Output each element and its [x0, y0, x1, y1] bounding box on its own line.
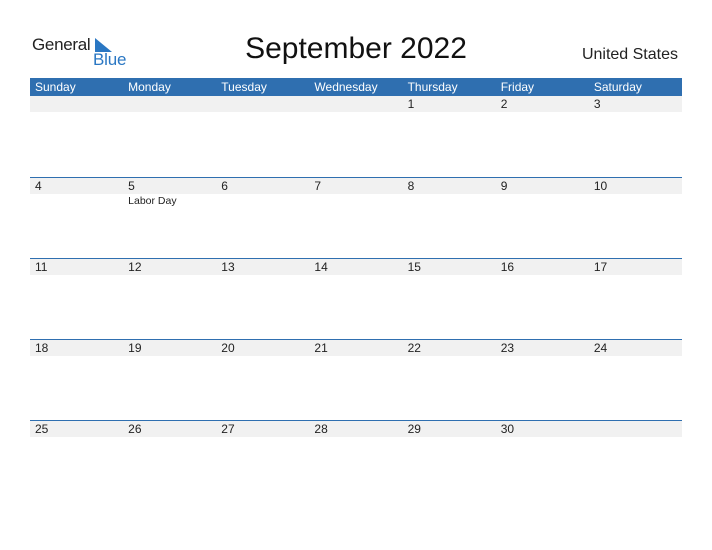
- day-cell: 5: [128, 179, 135, 193]
- event-cell: [216, 112, 309, 113]
- day-cell: 22: [407, 341, 421, 355]
- weekday-header: Sunday Monday Tuesday Wednesday Thursday…: [30, 78, 682, 96]
- event-cell: [30, 194, 123, 207]
- week-row: 25 26 27 28 29 30: [30, 420, 682, 501]
- day-number-row: 25 26 27 28 29 30: [30, 421, 682, 437]
- day-cell: [30, 96, 123, 112]
- day-cell: [589, 421, 682, 437]
- day-number-row: 1 2 3: [30, 96, 682, 112]
- day-cell: 1: [407, 97, 415, 111]
- weekday-saturday: Saturday: [593, 80, 642, 94]
- day-cell: 8: [407, 179, 415, 193]
- event-row: Labor Day: [30, 194, 682, 207]
- day-cell: 28: [314, 422, 328, 436]
- day-cell: 20: [221, 341, 235, 355]
- day-cell: 21: [314, 341, 328, 355]
- day-cell: 10: [593, 179, 608, 193]
- event-cell: [589, 112, 682, 113]
- weekday-wednesday: Wednesday: [314, 80, 378, 94]
- day-cell: 15: [407, 260, 421, 274]
- day-cell: 13: [221, 260, 235, 274]
- weekday-sunday: Sunday: [35, 80, 76, 94]
- day-cell: 27: [221, 422, 235, 436]
- calendar: Sunday Monday Tuesday Wednesday Thursday…: [30, 78, 682, 501]
- event-cell: [309, 194, 402, 207]
- day-cell: 19: [128, 341, 142, 355]
- day-cell: 11: [35, 260, 48, 274]
- day-cell: 7: [314, 179, 322, 193]
- day-cell: 26: [128, 422, 142, 436]
- week-row: 1 2 3: [30, 96, 682, 177]
- day-cell: 2: [500, 97, 508, 111]
- event-cell: [403, 112, 496, 113]
- event-cell: [496, 194, 589, 207]
- day-cell: 18: [35, 341, 49, 355]
- day-cell: 29: [407, 422, 421, 436]
- day-cell: 30: [500, 422, 515, 436]
- country-label: United States: [581, 46, 678, 63]
- weekday-tuesday: Tuesday: [221, 80, 267, 94]
- day-cell: 14: [314, 260, 328, 274]
- day-cell: 6: [221, 179, 228, 193]
- day-cell: [216, 96, 309, 112]
- event-cell: [589, 194, 682, 207]
- day-cell: [123, 96, 216, 112]
- day-cell: [309, 96, 402, 112]
- day-cell: 16: [500, 260, 515, 274]
- event-cell: [309, 112, 402, 113]
- day-number-row: 11 12 13 14 15 16 17: [30, 259, 682, 275]
- day-number-row: 4 5 6 7 8 9 10: [30, 178, 682, 194]
- week-row: 18 19 20 21 22 23 24: [30, 339, 682, 420]
- day-cell: 24: [593, 341, 608, 355]
- weekday-friday: Friday: [500, 80, 535, 94]
- weekday-thursday: Thursday: [407, 80, 458, 94]
- day-cell: 12: [128, 260, 142, 274]
- event-cell: [123, 112, 216, 113]
- day-cell: 4: [35, 179, 42, 193]
- event-cell: [30, 112, 123, 113]
- day-cell: 17: [593, 260, 608, 274]
- event-cell: [216, 194, 309, 207]
- event-row: [30, 112, 682, 113]
- day-cell: 25: [35, 422, 49, 436]
- day-number-row: 18 19 20 21 22 23 24: [30, 340, 682, 356]
- day-cell: 3: [593, 97, 601, 111]
- event-cell: [403, 194, 496, 207]
- day-cell: 23: [500, 341, 515, 355]
- week-row: 4 5 6 7 8 9 10 Labor Day: [30, 177, 682, 258]
- holiday-label: Labor Day: [128, 195, 177, 207]
- weekday-monday: Monday: [128, 80, 171, 94]
- day-cell: 9: [500, 179, 508, 193]
- event-cell: [496, 112, 589, 113]
- week-row: 11 12 13 14 15 16 17: [30, 258, 682, 339]
